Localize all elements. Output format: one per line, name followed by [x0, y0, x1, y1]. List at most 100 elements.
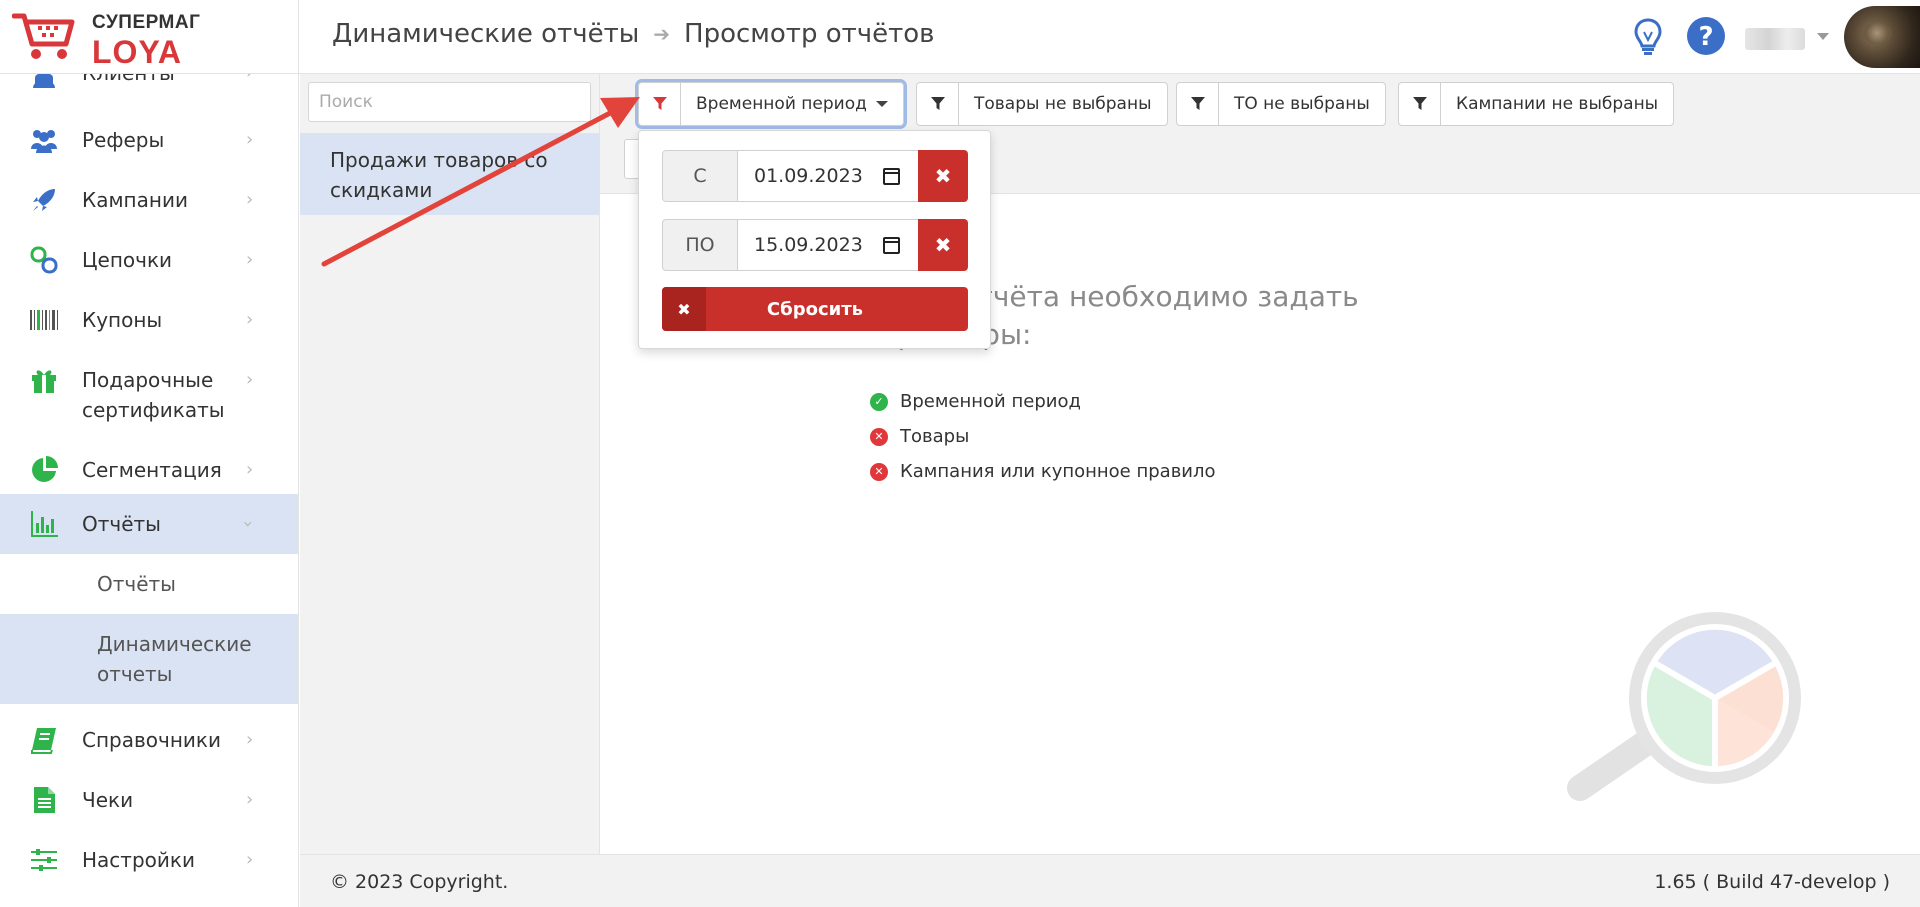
link-icon [30, 246, 58, 274]
requirement-item: ✕ Товары [870, 419, 1216, 454]
user-avatar[interactable] [1844, 6, 1920, 68]
chevron-right-icon: › [246, 369, 254, 390]
requirement-item: ✓ Временной период [870, 384, 1216, 419]
x-circle-icon: ✕ [870, 427, 888, 446]
date-from-value: 01.09.2023 [754, 165, 863, 187]
sidebar-item-label: Купоны [82, 308, 163, 332]
sidebar-item-referrers[interactable]: Реферы › [0, 116, 298, 164]
chevron-right-icon: › [246, 789, 254, 810]
magnifier-pie-illustration-icon [1567, 612, 1801, 801]
bar-chart-icon [31, 511, 58, 537]
chevron-right-icon: › [246, 309, 254, 330]
lightbulb-icon[interactable] [1626, 14, 1670, 58]
sidebar-subitem-dynamic-reports[interactable]: Динамические отчеты [0, 614, 298, 704]
date-to-input[interactable]: 15.09.2023 [738, 219, 918, 271]
sidebar-item-directories[interactable]: Справочники › [0, 716, 298, 764]
filter-label: Кампании не выбраны [1456, 94, 1659, 114]
date-from-row: С 01.09.2023 ✖ [662, 150, 968, 202]
requirement-item: ✕ Кампания или купонное правило [870, 454, 1216, 489]
close-icon: ✖ [934, 233, 952, 257]
receipt-icon [34, 787, 55, 813]
date-from-input[interactable]: 01.09.2023 [738, 150, 918, 202]
sidebar-subitem-label: Отчёты [97, 572, 176, 596]
sidebar-item-clients[interactable]: Клиенты › [0, 74, 298, 88]
filter-icon [639, 83, 681, 125]
filter-icon [1399, 83, 1441, 125]
sidebar-item-chains[interactable]: Цепочки › [0, 236, 298, 284]
chevron-right-icon: › [246, 249, 254, 270]
sidebar-item-label: Справочники [82, 728, 221, 752]
filter-label: Временной период [696, 94, 867, 114]
pie-chart-icon [32, 456, 58, 482]
requirement-label: Временной период [900, 391, 1081, 412]
book-icon [31, 728, 56, 754]
filter-icon [1177, 83, 1219, 125]
date-to-row: ПО 15.09.2023 ✖ [662, 219, 968, 271]
close-icon: ✖ [934, 164, 952, 188]
calendar-icon[interactable] [883, 237, 900, 254]
sidebar-item-label: Реферы [82, 128, 165, 152]
clear-date-from-button[interactable]: ✖ [918, 150, 968, 202]
sidebar-subitem-reports[interactable]: Отчёты [0, 554, 298, 614]
chevron-right-icon: › [246, 189, 254, 210]
sidebar-item-label: Кампании [82, 188, 188, 212]
user-menu-caret-icon[interactable] [1817, 33, 1829, 40]
filter-label: ТО не выбраны [1234, 94, 1370, 114]
sidebar-item-label: Клиенты [82, 74, 175, 88]
breadcrumb-level-1[interactable]: Динамические отчёты [332, 19, 639, 49]
app-logo[interactable]: СУПЕРМАГ LOYA [12, 10, 302, 70]
report-list-panel: Продажи товаров со скидками [300, 74, 600, 854]
sidebar-item-coupons[interactable]: Купоны › [0, 296, 298, 344]
filter-products-button[interactable]: Товары не выбраны [916, 82, 1168, 126]
reset-period-button[interactable]: ✖ Сбросить [662, 287, 968, 331]
copyright-text: © 2023 Copyright. [330, 871, 509, 893]
sidebar-item-label: Сегментация [82, 458, 222, 482]
page-footer: © 2023 Copyright. 1.65 ( Build 47-develo… [300, 854, 1920, 907]
filter-campaigns-button[interactable]: Кампании не выбраны [1398, 82, 1675, 126]
report-search-input[interactable] [308, 82, 591, 122]
x-circle-icon: ✕ [870, 462, 888, 481]
chevron-down-icon: › [237, 520, 259, 528]
sidebar-item-campaigns[interactable]: Кампании › [0, 176, 298, 224]
breadcrumb-level-2: Просмотр отчётов [684, 19, 935, 49]
version-text: 1.65 ( Build 47-develop ) [1654, 871, 1890, 893]
filter-label: Товары не выбраны [974, 94, 1152, 114]
requirement-label: Товары [900, 426, 970, 447]
sidebar-item-receipts[interactable]: Чеки › [0, 776, 298, 824]
help-icon[interactable]: ? [1684, 14, 1728, 58]
clear-date-to-button[interactable]: ✖ [918, 219, 968, 271]
caret-down-icon [875, 101, 888, 107]
sidebar-item-label: Отчёты [82, 512, 161, 536]
sidebar-item-reports[interactable]: Отчёты › [0, 494, 298, 554]
cart-logo-icon [12, 13, 75, 59]
required-filters-list: ✓ Временной период ✕ Товары ✕ Кампания и… [870, 384, 1216, 489]
date-to-label: ПО [662, 219, 738, 271]
filter-time-period-button[interactable]: Временной период [635, 79, 907, 129]
sidebar-item-label: Цепочки [82, 248, 173, 272]
calendar-icon[interactable] [883, 168, 900, 185]
user-icon [33, 74, 55, 88]
chevron-right-icon: › [246, 729, 254, 750]
sliders-icon [31, 849, 57, 871]
check-circle-icon: ✓ [870, 392, 888, 411]
barcode-icon [30, 310, 58, 330]
users-icon [31, 130, 57, 153]
sidebar: Клиенты › Реферы › Кампании › Цепочки › … [0, 74, 299, 907]
chevron-right-icon: › [246, 74, 253, 88]
gift-icon [32, 370, 56, 393]
breadcrumb: Динамические отчёты ➔ Просмотр отчётов [332, 19, 935, 49]
username-blurred[interactable] [1745, 28, 1805, 50]
sidebar-item-gift-certificates[interactable]: Подарочные сертификаты › [0, 356, 298, 434]
sidebar-item-settings[interactable]: Настройки › [0, 836, 298, 884]
report-list-item[interactable]: Продажи товаров со скидками [300, 133, 599, 215]
report-list-item-label: Продажи товаров со скидками [330, 148, 548, 202]
chevron-right-icon: › [246, 459, 254, 480]
sidebar-item-label: Чеки [82, 788, 134, 812]
time-period-dropdown: С 01.09.2023 ✖ ПО 15.09.2023 ✖ ✖ Сбросит… [638, 130, 991, 349]
filter-stores-button[interactable]: ТО не выбраны [1176, 82, 1386, 126]
top-header: СУПЕРМАГ LOYA Динамические отчёты ➔ Прос… [0, 0, 1920, 74]
sidebar-item-label: Подарочные сертификаты [82, 368, 225, 422]
sidebar-item-segmentation[interactable]: Сегментация › [0, 446, 298, 494]
logo-title-bottom: LOYA [92, 34, 182, 70]
requirement-label: Кампания или купонное правило [900, 461, 1216, 482]
